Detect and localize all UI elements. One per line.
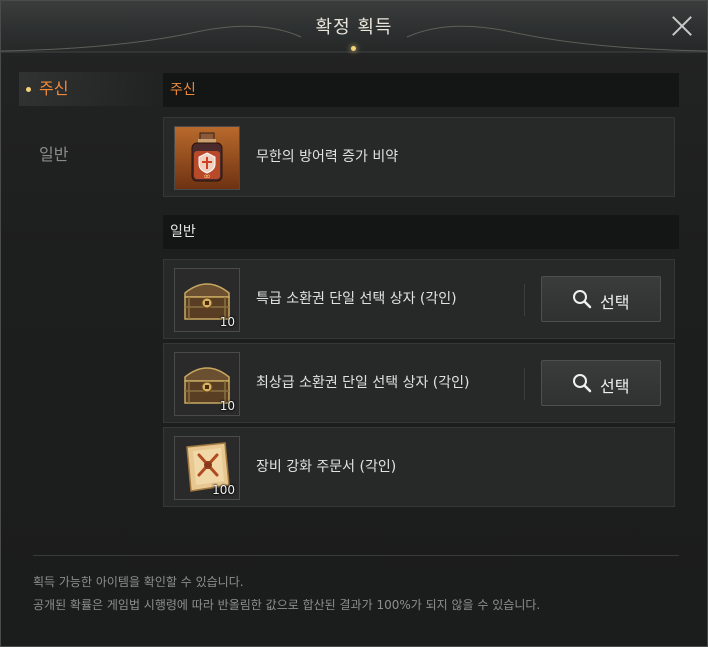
- select-button-label: 선택: [600, 377, 630, 396]
- search-icon: [573, 290, 592, 309]
- item-row[interactable]: ∞ 무한의 방어력 증가 비약: [163, 117, 675, 197]
- item-row[interactable]: 10 최상급 소환권 단일 선택 상자 (각인) 선택: [163, 343, 675, 423]
- item-name: 특급 소환권 단일 선택 상자 (각인): [256, 291, 457, 307]
- title-bar: 확정 획득: [1, 1, 707, 53]
- item-count: 10: [219, 315, 235, 329]
- nav-item-general[interactable]: 일반: [19, 138, 159, 172]
- close-button[interactable]: [669, 13, 695, 39]
- search-icon: [573, 374, 592, 393]
- nav-item-main-god[interactable]: 주신: [19, 72, 159, 106]
- title-ornament-dot: [351, 46, 356, 51]
- divider: [524, 368, 525, 400]
- footer-divider: [33, 555, 679, 556]
- nav-item-label: 주신: [39, 79, 69, 98]
- item-row[interactable]: 100 장비 강화 주문서 (각인): [163, 427, 675, 507]
- acquisition-window: 확정 획득 주신 일반 주신 ∞ 무한의 방어력 증가 비약 일반 10 특급 …: [0, 0, 708, 647]
- scroll-icon: 100: [174, 436, 240, 500]
- item-name: 무한의 방어력 증가 비약: [256, 149, 399, 165]
- nav-item-label: 일반: [39, 145, 69, 164]
- section-header-main-god: 주신: [163, 73, 679, 107]
- footer-note-1: 획득 가능한 아이템을 확인할 수 있습니다.: [33, 575, 244, 589]
- item-name: 장비 강화 주문서 (각인): [256, 459, 397, 475]
- section-header-general: 일반: [163, 215, 679, 249]
- chest-icon: 10: [174, 268, 240, 332]
- item-row[interactable]: 10 특급 소환권 단일 선택 상자 (각인) 선택: [163, 259, 675, 339]
- potion-icon: ∞: [174, 126, 240, 190]
- select-button[interactable]: 선택: [541, 360, 661, 406]
- item-count: 100: [212, 483, 235, 497]
- active-bullet-icon: [26, 87, 31, 92]
- chest-icon: 10: [174, 352, 240, 416]
- item-count: 10: [219, 399, 235, 413]
- select-button[interactable]: 선택: [541, 276, 661, 322]
- select-button-label: 선택: [600, 293, 630, 312]
- window-title: 확정 획득: [315, 17, 393, 38]
- svg-text:∞: ∞: [203, 172, 211, 182]
- footer-note-2: 공개된 확률은 게임법 시행령에 따라 반올림한 값으로 합산된 결과가 100…: [33, 598, 541, 612]
- divider: [524, 284, 525, 316]
- item-name: 최상급 소환권 단일 선택 상자 (각인): [256, 375, 470, 391]
